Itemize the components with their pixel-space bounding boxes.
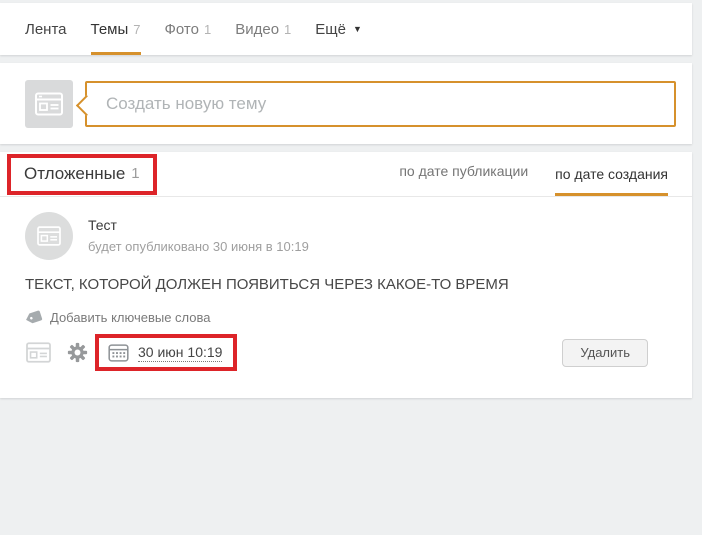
attachment-topic-icon[interactable] — [25, 341, 52, 364]
post-body-text: ТЕКСТ, КОТОРОЙ ДОЛЖЕН ПОЯВИТЬСЯ ЧЕРЕЗ КА… — [25, 276, 509, 293]
nav-item-videos[interactable]: Видео 1 — [235, 3, 291, 55]
section-count: 1 — [131, 165, 140, 182]
add-keywords-label: Добавить ключевые слова — [50, 310, 211, 325]
nav: Лента Темы 7 Фото 1 Видео 1 Ещё ▼ — [0, 3, 692, 55]
section-title: Отложенные — [24, 163, 126, 183]
page: Лента Темы 7 Фото 1 Видео 1 Ещё ▼ Создат… — [0, 0, 702, 535]
nav-item-label: Ещё — [315, 20, 346, 38]
avatar[interactable] — [25, 212, 73, 260]
top-nav-bar: Лента Темы 7 Фото 1 Видео 1 Ещё ▼ — [0, 3, 692, 55]
nav-item-label: Фото — [164, 20, 199, 38]
create-topic-panel — [0, 63, 692, 144]
postponed-post: Тест будет опубликовано 30 июня в 10:19 … — [0, 197, 692, 371]
post-meta: Тест будет опубликовано 30 июня в 10:19 — [88, 212, 309, 254]
tab-by-creation-date[interactable]: по дате создания — [555, 166, 668, 196]
nav-item-more[interactable]: Ещё ▼ — [315, 3, 362, 55]
post-header: Тест будет опубликовано 30 июня в 10:19 — [25, 212, 668, 260]
postponed-section: Отложенные 1 по дате публикации по дате … — [0, 152, 692, 398]
nav-item-feed[interactable]: Лента — [25, 3, 67, 55]
nav-item-label: Видео — [235, 20, 280, 38]
annotation-box-postponed: Отложенные 1 — [7, 153, 157, 195]
sort-tabs: по дате публикации по дате создания — [399, 152, 668, 196]
nav-item-photos[interactable]: Фото 1 — [165, 3, 212, 55]
nav-item-count: 1 — [203, 21, 212, 37]
settings-gear-icon[interactable] — [67, 342, 88, 363]
nav-item-count: 7 — [133, 21, 141, 37]
tab-by-publication-date[interactable]: по дате публикации — [399, 163, 528, 196]
nav-item-label: Темы — [90, 20, 129, 38]
chevron-down-icon: ▼ — [352, 24, 362, 34]
annotation-box-schedule: 30 июн 10:19 — [95, 334, 238, 371]
news-feed-icon — [25, 79, 73, 128]
add-keywords-button[interactable]: Добавить ключевые слова — [25, 310, 668, 325]
section-header: Отложенные 1 по дате публикации по дате … — [0, 152, 692, 197]
post-footer: 30 июн 10:19 Удалить — [25, 334, 668, 371]
nav-item-count: 1 — [284, 21, 292, 37]
tag-icon — [23, 309, 43, 327]
create-topic-input[interactable] — [87, 82, 674, 125]
calendar-icon[interactable] — [108, 343, 129, 362]
nav-item-topics[interactable]: Темы 7 — [90, 3, 141, 55]
delete-button[interactable]: Удалить — [562, 338, 648, 367]
create-topic-bubble — [85, 80, 676, 127]
post-author-link[interactable]: Тест — [88, 217, 309, 233]
post-publish-info: будет опубликовано 30 июня в 10:19 — [88, 239, 309, 254]
nav-item-label: Лента — [25, 20, 67, 38]
scheduled-time-link[interactable]: 30 июн 10:19 — [138, 344, 223, 362]
